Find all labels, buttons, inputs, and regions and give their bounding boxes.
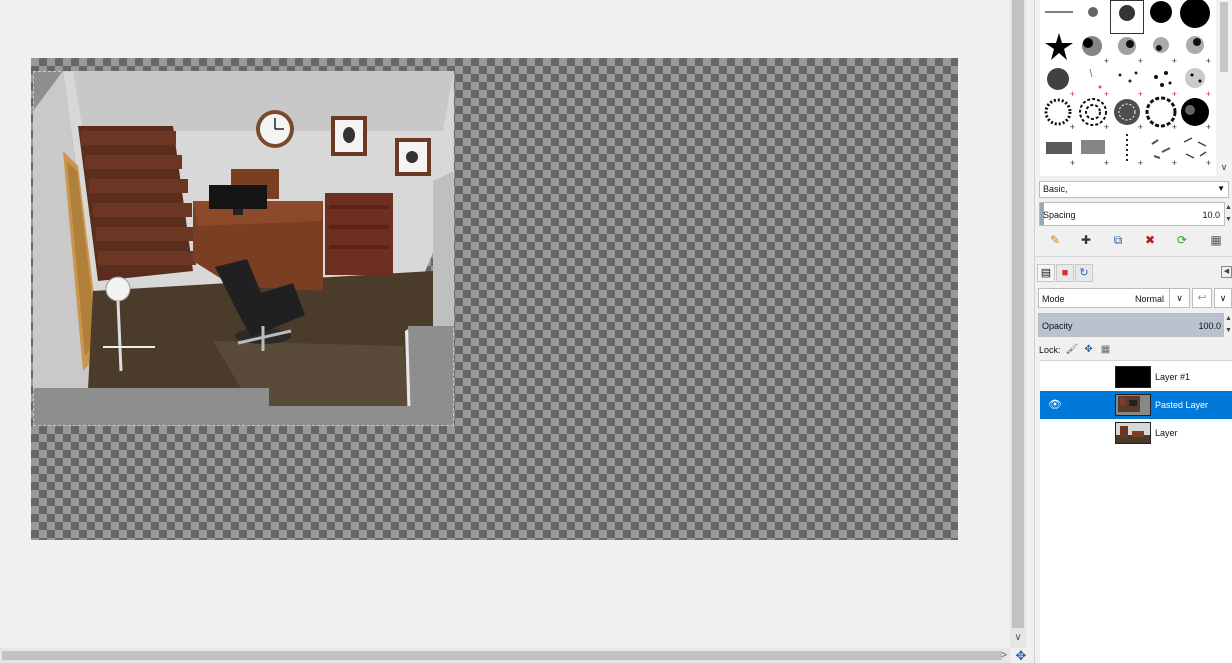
tab-paths[interactable]: ↻ bbox=[1075, 264, 1093, 282]
paths-icon: ↻ bbox=[1079, 267, 1089, 279]
layer-row-layer[interactable]: Layer bbox=[1040, 419, 1232, 447]
image-canvas-area[interactable] bbox=[0, 0, 1010, 648]
tab-channels[interactable]: ■ bbox=[1056, 264, 1074, 282]
brush-sparse-3[interactable]: + bbox=[1144, 63, 1178, 99]
lock-alpha-checker-icon[interactable]: ▦ bbox=[1100, 344, 1112, 356]
open-brush-image-icon[interactable]: ▦ bbox=[1208, 232, 1224, 248]
refresh-brushes-icon[interactable]: ⟳ bbox=[1174, 232, 1190, 248]
brush-soft-medium[interactable] bbox=[1110, 0, 1144, 34]
visibility-toggle[interactable] bbox=[1042, 419, 1068, 447]
layers-icon: ▤ bbox=[1040, 267, 1052, 279]
lock-row: Lock: 🖌 ✥ ▦ bbox=[1039, 343, 1112, 357]
brush-texture-1[interactable]: + bbox=[1042, 96, 1076, 132]
layer-name[interactable]: Pasted Layer bbox=[1155, 400, 1208, 410]
pasted-layer-thumbnail-image bbox=[1116, 395, 1150, 415]
scroll-down-icon[interactable]: ∨ bbox=[1013, 632, 1023, 644]
brush-chalk-5[interactable]: + bbox=[1178, 132, 1212, 168]
mode-value: Normal bbox=[1134, 294, 1164, 304]
brush-splatter-2[interactable]: + bbox=[1110, 30, 1144, 66]
opacity-spinner[interactable]: ▲ ▼ bbox=[1225, 313, 1232, 337]
layers-list[interactable]: Layer #1 👁 Pasted Layer Layer bbox=[1040, 360, 1232, 663]
brush-chalk-4[interactable]: + bbox=[1144, 132, 1178, 168]
layer-row-layer-1[interactable]: Layer #1 bbox=[1040, 363, 1232, 391]
tab-menu-icon[interactable]: ◀ bbox=[1221, 266, 1232, 278]
delete-brush-icon[interactable]: ✖ bbox=[1142, 232, 1158, 248]
brush-splatter-3[interactable]: + bbox=[1144, 30, 1178, 66]
layer-mode-select[interactable]: Mode Normal ∨ bbox=[1038, 288, 1190, 308]
brush-thumb-hard-large-icon bbox=[1180, 0, 1210, 28]
scroll-right-icon[interactable]: > bbox=[998, 648, 1010, 663]
brush-splatter-1[interactable]: + bbox=[1076, 30, 1110, 66]
star-icon bbox=[1045, 33, 1073, 60]
brush-chalk-2[interactable]: + bbox=[1076, 132, 1110, 168]
mode-reset-icon[interactable]: ↩ bbox=[1192, 288, 1212, 308]
brush-tag-value: Basic, bbox=[1043, 184, 1068, 194]
dropdown-arrow-icon[interactable]: ▼ bbox=[1217, 184, 1225, 193]
lock-label: Lock: bbox=[1039, 345, 1061, 355]
layer-thumbnail bbox=[1115, 422, 1151, 444]
layer-thumbnail-image bbox=[1116, 423, 1150, 443]
layer-thumbnail bbox=[1115, 394, 1151, 416]
brush-hardness-line[interactable] bbox=[1042, 0, 1076, 34]
brush-thumb-soft-dot-icon bbox=[1088, 7, 1098, 17]
brush-chalk-3[interactable]: + bbox=[1110, 132, 1144, 168]
pasted-room-image[interactable] bbox=[33, 71, 454, 426]
brush-soft-small[interactable] bbox=[1076, 0, 1110, 34]
brush-texture-2[interactable]: + bbox=[1076, 96, 1110, 132]
layer-thumbnail bbox=[1115, 366, 1151, 388]
lock-position-move-icon[interactable]: ✥ bbox=[1083, 344, 1095, 356]
brush-chalk-1[interactable]: + bbox=[1042, 132, 1076, 168]
panel-separator bbox=[1034, 256, 1232, 257]
brush-thumb-line-icon bbox=[1045, 11, 1073, 13]
opacity-label: Opacity bbox=[1042, 321, 1073, 331]
brush-grunge-1[interactable]: + bbox=[1042, 63, 1076, 99]
mode-label: Mode bbox=[1042, 294, 1065, 304]
brush-sparse-4[interactable]: + bbox=[1178, 63, 1212, 99]
tab-layers[interactable]: ▤ bbox=[1037, 264, 1055, 282]
canvas-vertical-scrollbar[interactable] bbox=[1010, 0, 1026, 648]
brush-spacing-slider[interactable]: Spacing 10.0 bbox=[1039, 202, 1225, 226]
chevron-down-icon[interactable]: ∨ bbox=[1218, 162, 1230, 173]
brush-tag-filter[interactable]: Basic, ▼ bbox=[1039, 181, 1229, 198]
eye-icon[interactable]: 👁 bbox=[1042, 391, 1068, 419]
brush-thumb-soft-medium-icon bbox=[1119, 5, 1135, 21]
layer-row-pasted-layer[interactable]: 👁 Pasted Layer bbox=[1040, 391, 1232, 419]
brush-splatter-4[interactable]: + bbox=[1178, 30, 1212, 66]
brush-sparse-2[interactable]: + bbox=[1110, 63, 1144, 99]
brush-scroll-thumb[interactable] bbox=[1220, 2, 1228, 72]
brush-grid[interactable]: + + + + + + + + + + + + + + + + + + + bbox=[1040, 0, 1216, 176]
opacity-value: 100.0 bbox=[1198, 321, 1221, 331]
brush-sparse-1[interactable]: + bbox=[1076, 63, 1110, 99]
brush-grid-scrollbar[interactable] bbox=[1217, 0, 1231, 176]
spacing-label: Spacing bbox=[1043, 210, 1076, 220]
layer-name[interactable]: Layer #1 bbox=[1155, 372, 1190, 382]
brush-texture-5[interactable]: + bbox=[1178, 96, 1212, 132]
brush-thumb-hard-medium-icon bbox=[1150, 1, 1172, 23]
brush-hard-large[interactable] bbox=[1178, 0, 1212, 34]
brush-texture-4[interactable]: + bbox=[1144, 96, 1178, 132]
lock-pixels-brush-icon[interactable]: 🖌 bbox=[1066, 344, 1079, 356]
navigate-icon[interactable]: ✥ bbox=[1013, 648, 1029, 663]
edit-brush-icon[interactable]: ✎ bbox=[1047, 232, 1063, 248]
room-illustration bbox=[33, 71, 454, 426]
duplicate-brush-icon[interactable]: ⧉ bbox=[1110, 232, 1126, 248]
spacing-spinner[interactable]: ▲ ▼ bbox=[1225, 202, 1232, 226]
chevron-down-icon[interactable]: ∨ bbox=[1169, 289, 1189, 307]
horizontal-scroll-thumb[interactable] bbox=[2, 651, 1002, 660]
layer-opacity-slider[interactable]: Opacity 100.0 bbox=[1038, 313, 1224, 337]
layer-name[interactable]: Layer bbox=[1155, 428, 1178, 438]
channels-icon: ■ bbox=[1061, 267, 1069, 279]
mode-more-chevron-icon[interactable]: ∨ bbox=[1214, 288, 1232, 308]
visibility-toggle[interactable] bbox=[1042, 363, 1068, 391]
canvas-horizontal-scrollbar[interactable] bbox=[0, 648, 1010, 663]
new-brush-icon[interactable]: ✚ bbox=[1078, 232, 1094, 248]
vertical-scroll-thumb[interactable] bbox=[1012, 0, 1024, 628]
brush-texture-3[interactable]: + bbox=[1110, 96, 1144, 132]
spacing-value: 10.0 bbox=[1202, 210, 1220, 220]
brush-star[interactable] bbox=[1042, 30, 1076, 64]
brush-hard-medium[interactable] bbox=[1144, 0, 1178, 34]
